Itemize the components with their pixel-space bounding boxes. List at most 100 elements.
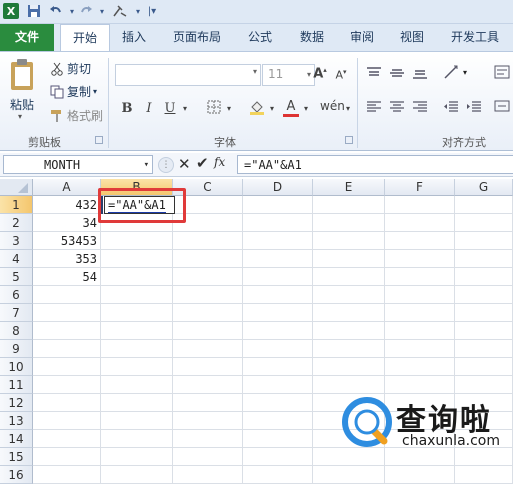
cell-c7[interactable] [173, 304, 243, 322]
cell-b13[interactable] [101, 412, 173, 430]
cell-a14[interactable] [33, 430, 101, 448]
cell-g8[interactable] [455, 322, 513, 340]
borders-icon[interactable] [206, 100, 222, 118]
cut-button[interactable]: 剪切 [50, 60, 91, 77]
tab-page-layout[interactable]: 页面布局 [163, 24, 231, 51]
borders-dropdown-icon[interactable]: ▾ [225, 104, 233, 113]
tab-view[interactable]: 视图 [392, 24, 432, 51]
row-header-4[interactable]: 4 [0, 250, 33, 268]
cell-a11[interactable] [33, 376, 101, 394]
row-header-2[interactable]: 2 [0, 214, 33, 232]
font-color-icon[interactable]: A [283, 99, 299, 117]
cell-a5[interactable]: 54 [33, 268, 101, 286]
cell-e5[interactable] [313, 268, 385, 286]
insert-function-icon[interactable]: fx [214, 155, 225, 169]
cell-g9[interactable] [455, 340, 513, 358]
cell-g16[interactable] [455, 466, 513, 484]
paste-button[interactable]: 粘贴 [10, 96, 34, 113]
clipboard-icon[interactable] [8, 58, 38, 94]
cell-f1[interactable] [385, 196, 455, 214]
cell-f5[interactable] [385, 268, 455, 286]
cell-d4[interactable] [243, 250, 313, 268]
cell-c13[interactable] [173, 412, 243, 430]
cell-b10[interactable] [101, 358, 173, 376]
align-center-icon[interactable] [389, 100, 405, 117]
cell-f6[interactable] [385, 286, 455, 304]
enter-icon[interactable]: ✔ [196, 154, 209, 172]
cell-b6[interactable] [101, 286, 173, 304]
underline-button[interactable]: U [163, 101, 177, 116]
row-header-15[interactable]: 15 [0, 448, 33, 466]
tab-review[interactable]: 审阅 [340, 24, 384, 51]
fill-color-dropdown-icon[interactable]: ▾ [268, 104, 276, 113]
cell-e2[interactable] [313, 214, 385, 232]
cell-d12[interactable] [243, 394, 313, 412]
cell-c11[interactable] [173, 376, 243, 394]
cell-e16[interactable] [313, 466, 385, 484]
row-header-6[interactable]: 6 [0, 286, 33, 304]
tab-developer[interactable]: 开发工具 [440, 24, 510, 51]
column-header-d[interactable]: D [243, 179, 313, 196]
customize-icon[interactable] [112, 3, 128, 19]
cell-b11[interactable] [101, 376, 173, 394]
cell-g7[interactable] [455, 304, 513, 322]
select-all-corner[interactable] [0, 179, 33, 196]
cell-d7[interactable] [243, 304, 313, 322]
cell-b14[interactable] [101, 430, 173, 448]
tab-file[interactable]: 文件 [0, 24, 54, 51]
cell-a2[interactable]: 34 [33, 214, 101, 232]
orientation-icon[interactable] [443, 64, 461, 83]
cell-f3[interactable] [385, 232, 455, 250]
align-middle-icon[interactable] [389, 66, 405, 83]
cell-e10[interactable] [313, 358, 385, 376]
cell-f7[interactable] [385, 304, 455, 322]
cell-f10[interactable] [385, 358, 455, 376]
cancel-icon[interactable]: ✕ [178, 155, 191, 173]
column-header-f[interactable]: F [385, 179, 455, 196]
cell-d8[interactable] [243, 322, 313, 340]
cell-d5[interactable] [243, 268, 313, 286]
row-header-11[interactable]: 11 [0, 376, 33, 394]
cell-d14[interactable] [243, 430, 313, 448]
cell-e1[interactable] [313, 196, 385, 214]
font-launcher-icon[interactable] [345, 136, 353, 144]
cell-c12[interactable] [173, 394, 243, 412]
undo-icon[interactable] [48, 3, 64, 19]
excel-icon[interactable]: X [3, 3, 19, 19]
font-size-dropdown-icon[interactable]: ▾ [307, 66, 311, 84]
font-name-combo[interactable]: ▾ [115, 64, 261, 86]
cell-g2[interactable] [455, 214, 513, 232]
cell-f11[interactable] [385, 376, 455, 394]
cell-b9[interactable] [101, 340, 173, 358]
cell-a16[interactable] [33, 466, 101, 484]
cell-a8[interactable] [33, 322, 101, 340]
underline-dropdown-icon[interactable]: ▾ [181, 104, 189, 113]
row-header-7[interactable]: 7 [0, 304, 33, 322]
formula-input[interactable]: ="AA"&A1 [237, 155, 513, 174]
paste-dropdown-icon[interactable]: ▾ [18, 112, 22, 121]
cell-c6[interactable] [173, 286, 243, 304]
cell-c9[interactable] [173, 340, 243, 358]
cell-e4[interactable] [313, 250, 385, 268]
cell-a3[interactable]: 53453 [33, 232, 101, 250]
cell-e9[interactable] [313, 340, 385, 358]
redo-dropdown-icon[interactable]: ▾ [94, 3, 110, 19]
cell-b3[interactable] [101, 232, 173, 250]
cell-f4[interactable] [385, 250, 455, 268]
cell-c4[interactable] [173, 250, 243, 268]
row-header-5[interactable]: 5 [0, 268, 33, 286]
wrap-text-icon[interactable] [494, 64, 510, 83]
cell-g10[interactable] [455, 358, 513, 376]
cell-b7[interactable] [101, 304, 173, 322]
cell-e11[interactable] [313, 376, 385, 394]
row-header-16[interactable]: 16 [0, 466, 33, 484]
column-header-g[interactable]: G [455, 179, 513, 196]
merge-cells-icon[interactable] [494, 98, 510, 117]
cell-d6[interactable] [243, 286, 313, 304]
tab-insert[interactable]: 插入 [112, 24, 156, 51]
phonetic-dropdown-icon[interactable]: ▾ [344, 104, 352, 113]
font-name-dropdown-icon[interactable]: ▾ [253, 67, 257, 76]
format-painter-button[interactable]: 格式刷 [50, 107, 103, 124]
cell-a4[interactable]: 353 [33, 250, 101, 268]
cell-g4[interactable] [455, 250, 513, 268]
